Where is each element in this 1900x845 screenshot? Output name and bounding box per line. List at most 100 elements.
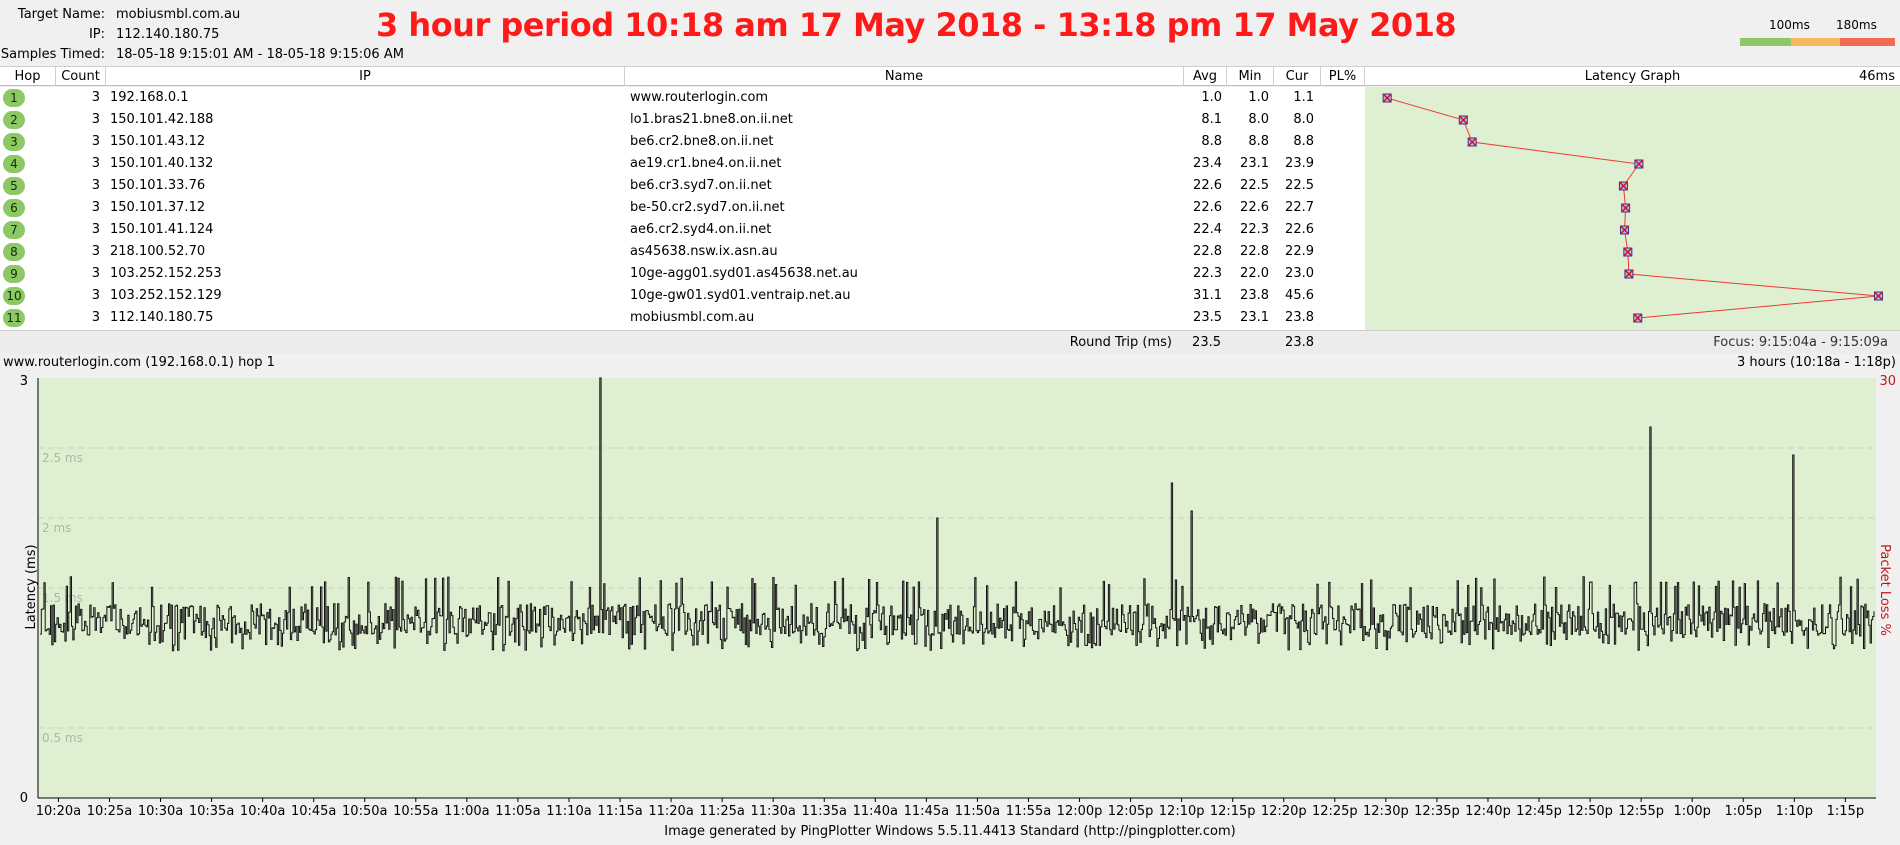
cell-min: 8.8 [1248, 134, 1269, 149]
gridline-label: 2.5 ms [42, 451, 83, 465]
cell-name: ae6.cr2.syd4.on.ii.net [630, 222, 772, 237]
hop-latency-marker[interactable] [1382, 93, 1392, 103]
latency-timeline-chart[interactable]: 2.5 ms2 ms1.5 ms0.5 ms30Latency (ms) Pack… [0, 372, 1900, 824]
x-tick-label: 11:20a [648, 804, 693, 819]
timeline-title-row: www.routerlogin.com (192.168.0.1) hop 1 … [0, 354, 1900, 372]
cell-count: 3 [91, 288, 100, 303]
hop-latency-marker[interactable] [1634, 159, 1644, 169]
cell-count: 3 [91, 310, 100, 325]
cell-cur: 23.9 [1285, 156, 1314, 171]
hop-latency-marker[interactable] [1467, 137, 1477, 147]
hop-latency-marker[interactable] [1633, 313, 1643, 323]
table-row[interactable]: 9 3 103.252.152.253 10ge-agg01.syd01.as4563… [0, 263, 1365, 285]
x-tick-label: 12:50p [1567, 804, 1613, 819]
round-trip-avg: 23.5 [1192, 335, 1221, 350]
table-row[interactable]: 4 3 150.101.40.132 ae19.cr1.bne4.on.ii.net 2… [0, 153, 1365, 175]
col-ip[interactable]: IP [106, 67, 625, 86]
col-latency-graph[interactable]: Latency Graph [1365, 67, 1900, 86]
col-cur[interactable]: Cur [1274, 67, 1321, 86]
x-tick-label: 11:40a [853, 804, 898, 819]
x-tick-label: 12:10p [1159, 804, 1205, 819]
x-tick-label: 11:00a [444, 804, 489, 819]
cell-min: 22.6 [1240, 200, 1269, 215]
cell-ip: 150.101.42.188 [110, 112, 214, 127]
cell-avg: 22.6 [1193, 200, 1222, 215]
gridline-label: 2 ms [42, 521, 71, 535]
col-pl[interactable]: PL% [1321, 67, 1365, 86]
x-tick-label: 10:20a [36, 804, 81, 819]
table-row[interactable]: 1 3 192.168.0.1 www.routerlogin.com 1.0 1.0 1.… [0, 87, 1365, 109]
hop-latency-marker[interactable] [1621, 203, 1631, 213]
col-name[interactable]: Name [625, 67, 1184, 86]
cell-count: 3 [91, 156, 100, 171]
target-name-label: Target Name: [17, 7, 105, 22]
gridline-label: 1.5 ms [42, 591, 83, 605]
cell-ip: 150.101.33.76 [110, 178, 206, 193]
cell-cur: 45.6 [1285, 288, 1314, 303]
x-tick-label: 10:40a [240, 804, 285, 819]
hop-number-badge: 7 [3, 221, 25, 239]
table-row[interactable]: 8 3 218.100.52.70 as45638.nsw.ix.asn.au 22.8… [0, 241, 1365, 263]
cell-name: be-50.cr2.syd7.on.ii.net [630, 200, 785, 215]
cell-ip: 150.101.43.12 [110, 134, 206, 149]
table-row[interactable]: 10 3 103.252.152.129 10ge-gw01.syd01.ventra… [0, 285, 1365, 307]
hop-number-badge: 9 [3, 265, 25, 283]
col-min[interactable]: Min [1227, 67, 1274, 86]
table-row[interactable]: 5 3 150.101.33.76 be6.cr3.syd7.on.ii.net 22.… [0, 175, 1365, 197]
x-tick-label: 1:10p [1776, 804, 1813, 819]
cell-ip: 112.140.180.75 [110, 310, 214, 325]
cell-name: www.routerlogin.com [630, 90, 769, 105]
cell-name: ae19.cr1.bne4.on.ii.net [630, 156, 782, 171]
col-avg[interactable]: Avg [1184, 67, 1227, 86]
table-row[interactable]: 2 3 150.101.42.188 lo1.bras21.bne8.on.ii.ne… [0, 109, 1365, 131]
cell-cur: 22.9 [1285, 244, 1314, 259]
cell-avg: 22.8 [1193, 244, 1222, 259]
cell-count: 3 [91, 222, 100, 237]
timeline-range: 3 hours (10:18a - 1:18p) [1736, 355, 1896, 370]
cell-cur: 23.8 [1285, 310, 1314, 325]
hop-latency-marker[interactable] [1873, 291, 1883, 301]
cell-count: 3 [91, 178, 100, 193]
table-row[interactable]: 7 3 150.101.41.124 ae6.cr2.syd4.on.ii.net 22… [0, 219, 1365, 241]
cell-count: 3 [91, 134, 100, 149]
hop-latency-graph[interactable] [1365, 87, 1900, 330]
col-hop[interactable]: Hop [0, 67, 56, 86]
hop-number-badge: 1 [3, 89, 25, 107]
cell-min: 23.8 [1240, 288, 1269, 303]
hop-latency-line [1387, 97, 1879, 319]
cell-name: be6.cr2.bne8.on.ii.net [630, 134, 774, 149]
hop-number-badge: 2 [3, 111, 25, 129]
cell-cur: 8.8 [1293, 134, 1314, 149]
hop-latency-marker[interactable] [1623, 247, 1633, 257]
cell-ip: 192.168.0.1 [110, 90, 189, 105]
hop-number-badge: 8 [3, 243, 25, 261]
hop-latency-marker[interactable] [1618, 181, 1628, 191]
x-tick-label: 12:05p [1108, 804, 1154, 819]
cell-name: 10ge-agg01.syd01.as45638.net.au [630, 266, 858, 281]
hop-latency-marker[interactable] [1624, 269, 1634, 279]
hop-number-badge: 3 [3, 133, 25, 151]
x-tick-label: 12:25p [1312, 804, 1358, 819]
hop-latency-marker[interactable] [1620, 225, 1630, 235]
scale-label-180: 180ms [1836, 18, 1877, 32]
cell-ip: 150.101.40.132 [110, 156, 214, 171]
ip-label: IP: [88, 27, 105, 42]
hop-number-badge: 10 [3, 287, 25, 305]
y-tick-label: 0 [20, 791, 28, 806]
x-tick-label: 11:35a [802, 804, 847, 819]
trace-table-body: 1 3 192.168.0.1 www.routerlogin.com 1.0 1.0 1.… [0, 87, 1365, 330]
table-row[interactable]: 6 3 150.101.37.12 be-50.cr2.syd7.on.ii.net 2… [0, 197, 1365, 219]
footer-credit: Image generated by PingPlotter Windows 5… [0, 824, 1900, 845]
cell-avg: 23.5 [1193, 310, 1222, 325]
x-tick-label: 11:05a [495, 804, 540, 819]
cell-avg: 22.3 [1193, 266, 1222, 281]
x-tick-label: 1:00p [1673, 804, 1710, 819]
table-row[interactable]: 11 3 112.140.180.75 mobiusmbl.com.au 23.5 23.… [0, 307, 1365, 329]
x-tick-label: 11:55a [1006, 804, 1051, 819]
col-count[interactable]: Count [56, 67, 106, 86]
target-name-value: mobiusmbl.com.au [116, 7, 241, 22]
x-tick-label: 1:05p [1725, 804, 1762, 819]
cell-count: 3 [91, 200, 100, 215]
table-row[interactable]: 3 3 150.101.43.12 be6.cr2.bne8.on.ii.net 8.8… [0, 131, 1365, 153]
hop-latency-marker[interactable] [1458, 115, 1468, 125]
